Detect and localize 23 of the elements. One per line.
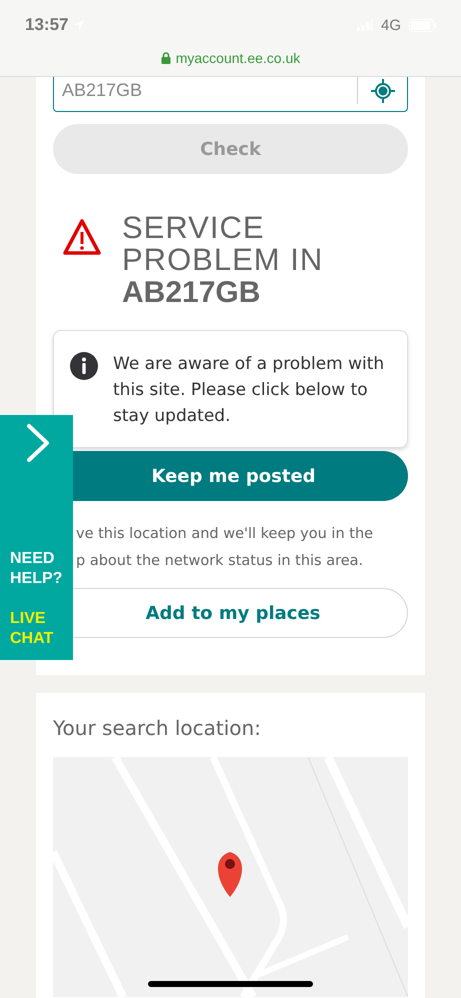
postcode-field[interactable]: AB217GB <box>53 76 408 112</box>
save-location-text: ve this location and we'll keep you in the <box>76 525 374 544</box>
info-icon <box>69 351 99 381</box>
status-time: 13:57 <box>25 15 68 35</box>
need-help-text: HELP? <box>10 569 62 589</box>
save-location-text: p about the network status in this area. <box>76 552 364 571</box>
alert-title: SERVICE <box>122 212 266 244</box>
alert-postcode: AB217GB <box>122 276 262 310</box>
live-chat-link[interactable]: CHAT <box>10 629 54 649</box>
search-location-heading: Your search location: <box>53 715 262 742</box>
lock-icon <box>160 52 171 64</box>
locate-icon[interactable] <box>370 78 396 104</box>
help-panel[interactable]: NEED HELP? LIVE CHAT <box>0 415 73 660</box>
chevron-right-icon[interactable] <box>25 423 51 463</box>
notice-text: We are aware of a problem with this site. Please click below to stay updated. <box>113 353 386 428</box>
warning-icon <box>62 218 102 256</box>
live-chat-link[interactable]: LIVE <box>10 609 54 629</box>
need-help-text: NEED <box>10 549 56 569</box>
alert-title: PROBLEM IN <box>122 244 324 276</box>
network-type: 4G <box>380 16 401 34</box>
address-bar-url[interactable]: myaccount.ee.co.uk <box>176 50 300 66</box>
keep-me-posted-button[interactable]: Keep me posted <box>73 451 408 501</box>
add-to-places-button[interactable]: Add to my places <box>73 588 408 638</box>
